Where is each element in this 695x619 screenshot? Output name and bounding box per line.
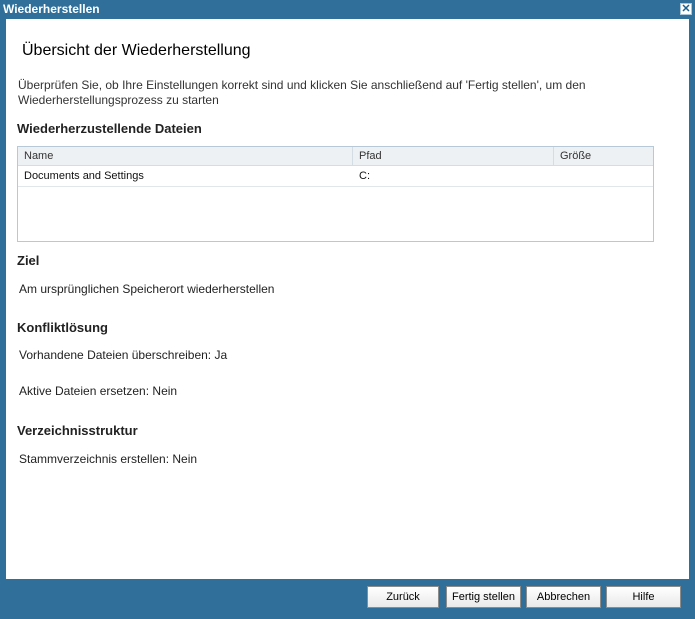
intro-text: Überprüfen Sie, ob Ihre Einstellungen ko…	[18, 78, 586, 107]
help-button[interactable]: Hilfe	[606, 586, 681, 608]
cell-name: Documents and Settings	[24, 170, 144, 182]
table-row[interactable]: Documents and Settings C:	[18, 166, 653, 187]
overwrite-setting: Vorhandene Dateien überschreiben: Ja	[19, 348, 228, 362]
replace-active-setting: Aktive Dateien ersetzen: Nein	[19, 384, 178, 398]
close-button[interactable]: ✕	[680, 3, 692, 15]
destination-heading: Ziel	[17, 253, 40, 268]
window-title: Wiederherstellen	[3, 2, 100, 16]
directory-heading: Verzeichnisstruktur	[17, 423, 138, 438]
files-heading: Wiederherzustellende Dateien	[17, 121, 202, 136]
column-header-size[interactable]: Größe	[554, 147, 653, 165]
back-button[interactable]: Zurück	[367, 586, 439, 608]
root-directory-setting: Stammverzeichnis erstellen: Nein	[19, 452, 198, 466]
destination-value: Am ursprünglichen Speicherort wiederhers…	[19, 282, 275, 296]
cancel-button[interactable]: Abbrechen	[526, 586, 601, 608]
close-icon: ✕	[681, 3, 691, 15]
table-header: Name Pfad Größe	[18, 147, 653, 166]
cell-size	[554, 166, 653, 186]
finish-button[interactable]: Fertig stellen	[446, 586, 521, 608]
content-panel: Übersicht der Wiederherstellung Überprüf…	[6, 19, 689, 579]
conflict-heading: Konfliktlösung	[17, 320, 108, 335]
column-header-name[interactable]: Name	[18, 147, 353, 165]
column-header-path[interactable]: Pfad	[353, 147, 554, 165]
file-table: Name Pfad Größe Documents and Settings C…	[17, 146, 654, 242]
cell-path: C:	[359, 170, 370, 182]
title-bar: Wiederherstellen ✕	[0, 0, 695, 19]
restore-dialog: Wiederherstellen ✕ Übersicht der Wiederh…	[0, 0, 695, 619]
page-title: Übersicht der Wiederherstellung	[22, 42, 251, 59]
button-bar: Zurück Fertig stellen Abbrechen Hilfe	[0, 579, 695, 619]
